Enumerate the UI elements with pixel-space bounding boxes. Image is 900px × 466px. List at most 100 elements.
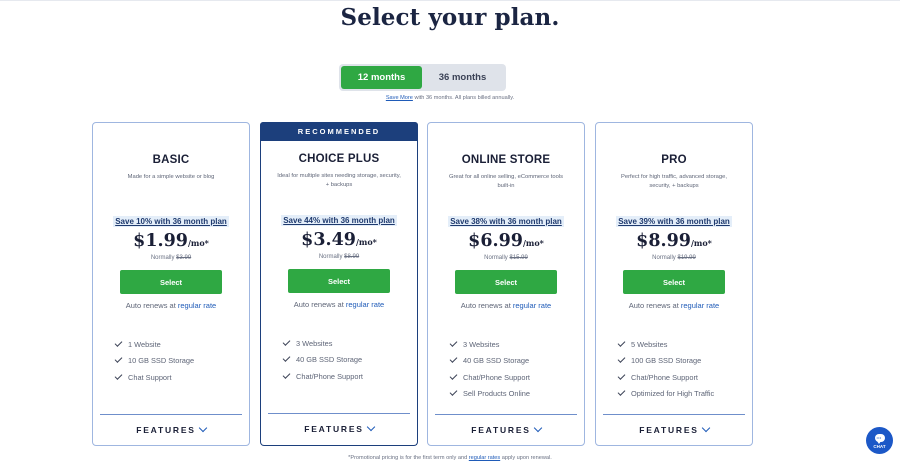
chevron-down-icon [366, 422, 376, 432]
feature-list: 3 Websites 40 GB SSD Storage Chat/Phone … [449, 336, 576, 403]
plan-description: Perfect for high traffic, advanced stora… [621, 174, 727, 189]
normal-price-value: $3.99 [176, 255, 192, 261]
check-icon [449, 355, 458, 364]
chat-label: CHAT [873, 444, 886, 449]
select-button-pro[interactable]: Select [623, 270, 725, 294]
feature-item: 40 GB SSD Storage [449, 353, 576, 370]
save-offer: Save 44% with 36 month plan [261, 210, 417, 228]
save-offer-link[interactable]: Save 39% with 36 month plan [616, 216, 732, 227]
price-unit: /mo* [522, 238, 544, 248]
renew-text: Auto renews at [293, 300, 346, 309]
feature-label: 5 Websites [631, 339, 668, 349]
feature-label: Sell Products Online [463, 389, 530, 399]
normal-price: Normally $15.99 [428, 255, 584, 261]
check-icon [282, 337, 291, 346]
feature-item: 40 GB SSD Storage [282, 352, 409, 369]
price-amount: $3.49 [301, 230, 356, 250]
save-offer-link[interactable]: Save 38% with 36 month plan [448, 216, 564, 227]
check-icon [449, 388, 458, 397]
check-icon [114, 338, 123, 347]
plan-description: Ideal for multiple sites needing storage… [277, 173, 401, 188]
footnote-text: *Promotional pricing is for the first te… [348, 455, 469, 461]
save-more-link[interactable]: Save More [386, 95, 413, 101]
select-button-choice-plus[interactable]: Select [288, 269, 390, 293]
plan-description: Made for a simple website or blog [127, 174, 215, 180]
normal-price-label: Normally [484, 255, 510, 261]
features-toggle-basic[interactable]: FEATURES [93, 423, 249, 435]
check-icon [617, 371, 626, 380]
recommended-banner: RECOMMENDED [260, 122, 418, 141]
save-offer-link[interactable]: Save 10% with 36 month plan [113, 216, 229, 227]
normal-price-value: $15.99 [509, 255, 528, 261]
term-option-12-months[interactable]: 12 months [341, 66, 422, 89]
billing-note: Save More with 36 months. All plans bill… [0, 95, 900, 101]
price-amount: $1.99 [133, 231, 188, 251]
features-divider [100, 414, 242, 415]
top-divider [0, 0, 900, 1]
check-icon [282, 354, 291, 363]
feature-item: Chat/Phone Support [617, 369, 744, 386]
feature-item: Chat Support [114, 369, 241, 386]
feature-item: Sell Products Online [449, 386, 576, 403]
term-option-36-months[interactable]: 36 months [422, 66, 503, 89]
feature-list: 5 Websites 100 GB SSD Storage Chat/Phone… [617, 336, 744, 403]
plan-card-pro: PRO Perfect for high traffic, advanced s… [595, 122, 753, 446]
regular-rates-link[interactable]: regular rates [469, 455, 500, 461]
regular-rate-link[interactable]: regular rate [346, 300, 384, 309]
footnote-text-end: apply upon renewal. [500, 455, 552, 461]
chat-bubble-icon: ••• [874, 434, 885, 444]
normal-price-value: $19.99 [677, 255, 696, 261]
renew-note: Auto renews at regular rate [93, 301, 249, 310]
features-toggle-pro[interactable]: FEATURES [596, 423, 752, 435]
feature-label: Chat/Phone Support [296, 371, 363, 381]
regular-rate-link[interactable]: regular rate [513, 301, 551, 310]
normal-price-label: Normally [318, 254, 345, 260]
plan-name: CHOICE PLUS [298, 153, 380, 165]
feature-label: Chat Support [128, 372, 172, 382]
features-toggle-label: FEATURES [136, 425, 196, 435]
plan-description: Great for all online selling, eCommerce … [448, 174, 564, 189]
select-button-online-store[interactable]: Select [455, 270, 557, 294]
normal-price-label: Normally [652, 255, 678, 261]
features-toggle-online-store[interactable]: FEATURES [428, 423, 584, 435]
normal-price-label: Normally [150, 255, 177, 261]
price-unit: /mo* [690, 238, 712, 248]
page-title: Select your plan. [340, 4, 560, 31]
feature-item: 1 Website [114, 336, 241, 353]
feature-item: 5 Websites [617, 336, 744, 353]
price-unit: /mo* [187, 238, 209, 248]
feature-label: 3 Websites [296, 338, 333, 348]
normal-price: Normally $8.99 [261, 254, 417, 260]
feature-label: Chat/Phone Support [463, 372, 530, 382]
feature-item: Optimized for High Traffic [617, 386, 744, 403]
normal-price: Normally $19.99 [596, 255, 752, 261]
chevron-down-icon [701, 423, 711, 433]
check-icon [449, 338, 458, 347]
chat-button[interactable]: ••• CHAT [866, 427, 893, 454]
feature-item: 3 Websites [449, 336, 576, 353]
renew-note: Auto renews at regular rate [428, 301, 584, 310]
save-offer-link[interactable]: Save 44% with 36 month plan [281, 215, 397, 226]
check-icon [114, 355, 123, 364]
renew-text: Auto renews at [628, 301, 681, 310]
feature-label: 100 GB SSD Storage [631, 356, 702, 366]
feature-label: 40 GB SSD Storage [463, 356, 530, 366]
features-toggle-choice-plus[interactable]: FEATURES [261, 422, 417, 434]
features-divider [268, 413, 410, 414]
select-button-basic[interactable]: Select [120, 270, 222, 294]
normal-price: Normally $3.99 [93, 255, 249, 261]
feature-label: Optimized for High Traffic [631, 389, 715, 399]
regular-rate-link[interactable]: regular rate [178, 301, 216, 310]
renew-text: Auto renews at [460, 301, 513, 310]
features-toggle-label: FEATURES [304, 424, 364, 434]
features-toggle-label: FEATURES [471, 425, 531, 435]
normal-price-value: $8.99 [344, 254, 360, 260]
check-icon [617, 355, 626, 364]
regular-rate-link[interactable]: regular rate [681, 301, 719, 310]
plan-card-choice-plus: RECOMMENDED CHOICE PLUS Ideal for multip… [260, 122, 418, 446]
renew-note: Auto renews at regular rate [596, 301, 752, 310]
price-amount: $6.99 [468, 231, 523, 251]
feature-label: 40 GB SSD Storage [296, 355, 363, 365]
plan-name: BASIC [152, 154, 190, 166]
renew-text: Auto renews at [125, 301, 178, 310]
